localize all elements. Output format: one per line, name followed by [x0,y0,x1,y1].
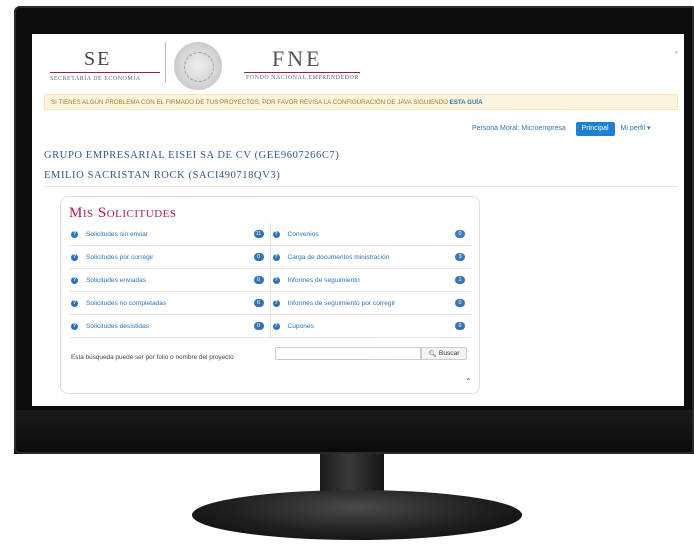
help-icon[interactable]: ? [71,322,78,330]
section-divider [44,186,678,187]
item-label: Cupones [287,322,314,330]
chevron-up-icon[interactable]: ⌃ [465,377,472,386]
fne-logo-subtitle: FONDO NACIONAL EMPRENDEDOR [246,75,359,81]
item-label: Informes de seguimiento [287,276,360,284]
help-icon[interactable]: ? [272,276,280,284]
principal-button[interactable]: Principal [575,122,615,136]
solicitudes-por-corregir-link[interactable]: ? Solicitudes por corregir 0 [69,246,270,268]
count-badge: 11 [253,230,264,238]
item-label: Solicitudes por corregir [86,253,154,261]
item-label: Informes de seguimiento por corregir [287,299,396,307]
fne-logo-underline [244,72,360,73]
item-label: Solicitudes no completadas [86,299,167,307]
table-row: ? Solicitudes desistidas 0 ? Cupones 0 [69,315,471,338]
help-icon[interactable]: ? [71,230,78,238]
count-badge: 6 [253,299,264,307]
alert-guide-link[interactable]: ESTA GUÍA [450,99,483,106]
table-row: ? Solicitudes enviadas 0 ? Informes de segu… [69,269,471,292]
profile-menu[interactable]: Mi perfil ▾ [621,125,651,132]
person-name: EMILIO SACRISTAN ROCK (SACI490718QV3) [44,170,281,181]
item-label: Convenios [287,230,319,238]
count-badge: 1 [455,276,465,284]
help-icon[interactable]: ? [272,299,280,307]
se-logo-subtitle: SECRETARÍA DE ECONOMÍA [50,76,141,82]
count-badge: 0 [253,253,264,261]
item-label: Carga de documentos ministración [287,253,390,261]
help-icon[interactable]: ? [71,276,78,284]
item-label: Solicitudes enviadas [86,276,147,284]
mis-solicitudes-panel: Mis Solicitudes ? Solicitudes sin enviar 1… [60,196,480,394]
informes-por-corregir-link[interactable]: ? Informes de seguimiento por corregir 0 [269,292,472,314]
caret-down-icon: ▾ [647,125,651,132]
java-alert-banner: SI TIENES ALGÚN PROBLEMA CON EL FIRMADO … [44,94,678,110]
company-name: GRUPO EMPRESARIAL EISEI SA DE CV (GEE960… [44,150,340,161]
fne-logo: FNE [272,46,323,71]
help-icon[interactable]: ? [272,322,280,330]
help-icon[interactable]: ? [272,230,280,238]
search-icon: 🔍︎ [428,350,437,358]
solicitudes-grid: ? Solicitudes sin enviar 11 ? Convenios 0 ? S… [69,223,471,338]
help-icon[interactable]: ? [71,299,78,307]
informes-seguimiento-link[interactable]: ? Informes de seguimiento 1 [269,269,472,291]
se-logo-underline [50,72,160,73]
help-icon[interactable]: ? [272,253,280,261]
solicitudes-sin-enviar-link[interactable]: ? Solicitudes sin enviar 11 [69,223,270,245]
user-bar: Persona Moral: Microempresa Principal Mi… [472,122,651,136]
table-row: ? Solicitudes no completadas 6 ? Informes d… [69,292,471,315]
item-label: Solicitudes sin enviar [86,230,148,238]
monitor-stand-base [192,490,522,540]
count-badge: 0 [455,299,465,307]
solicitudes-enviadas-link[interactable]: ? Solicitudes enviadas 0 [69,269,270,291]
monitor-screen: SE SECRETARÍA DE ECONOMÍA FNE FONDO NACI… [32,34,684,406]
persona-type-link[interactable]: Persona Moral: Microempresa [472,125,566,132]
count-badge: 3 [455,253,465,261]
count-badge: 0 [253,276,264,284]
search-button[interactable]: 🔍︎ Buscar [421,347,467,360]
search-hint: Esta búsqueda puede ser por folio o nomb… [71,354,234,361]
logo-divider [165,42,166,82]
search-input[interactable] [275,347,421,360]
table-row: ? Solicitudes sin enviar 11 ? Convenios 0 [69,223,471,246]
se-logo: SE [84,48,112,70]
cupones-link[interactable]: ? Cupones 0 [269,315,472,337]
count-badge: 0 [455,322,465,330]
monitor-bezel [14,410,694,454]
alert-text: SI TIENES ALGÚN PROBLEMA CON EL FIRMADO … [51,99,450,106]
solicitudes-desistidas-link[interactable]: ? Solicitudes desistidas 0 [69,315,270,337]
solicitudes-no-completadas-link[interactable]: ? Solicitudes no completadas 6 [69,292,270,314]
profile-menu-label: Mi perfil [620,125,646,132]
count-badge: 0 [455,230,465,238]
convenios-link[interactable]: ? Convenios 0 [269,223,472,245]
count-badge: 0 [253,322,264,330]
site-header: SE SECRETARÍA DE ECONOMÍA FNE FONDO NACI… [32,34,684,90]
panel-title: Mis Solicitudes [69,205,177,221]
search-button-label: Buscar [438,350,460,357]
help-icon[interactable]: ? [71,253,78,261]
close-icon[interactable]: × [674,48,679,57]
table-row: ? Solicitudes por corregir 0 ? Carga de doc… [69,246,471,269]
item-label: Solicitudes desistidas [86,322,150,330]
carga-documentos-link[interactable]: ? Carga de documentos ministración 3 [269,246,472,268]
national-seal-icon [174,42,222,90]
